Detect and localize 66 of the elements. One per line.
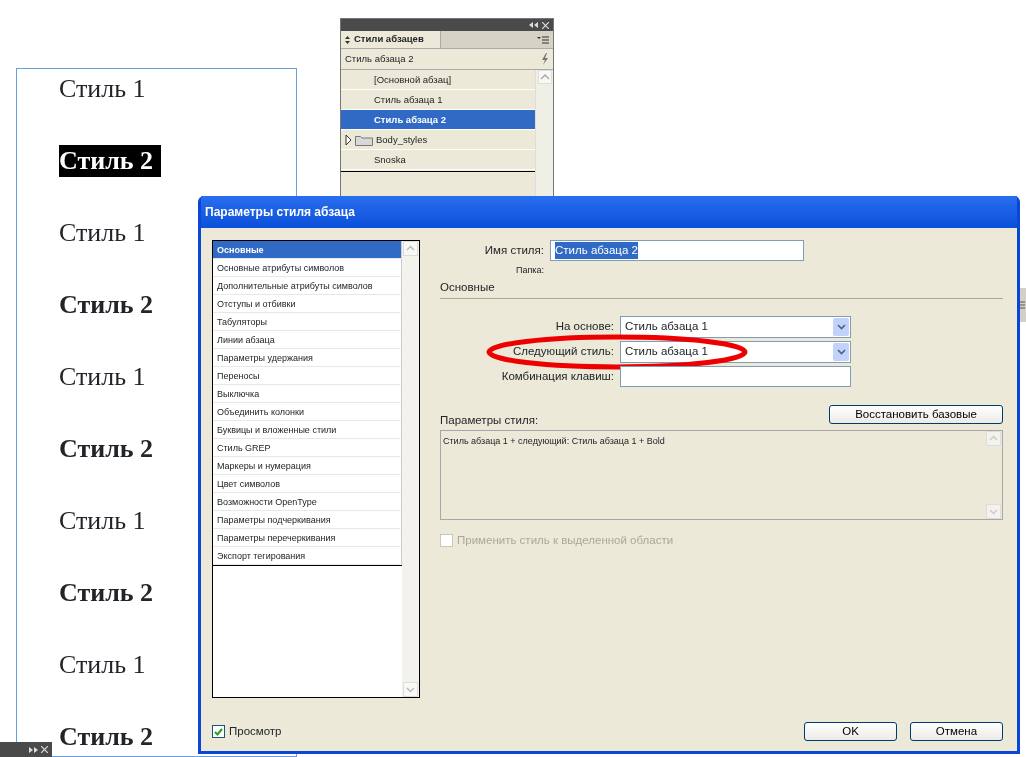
category-item[interactable]: Отступы и отбивки [213,295,402,313]
scroll-up-icon[interactable] [986,430,1001,446]
category-item[interactable]: Основные [213,241,402,259]
shortcut-field[interactable] [620,365,851,387]
category-item[interactable]: Объединить колонки [213,403,402,421]
category-item[interactable]: Возможности OpenType [213,493,402,511]
field-label: Комбинация клавиш: [500,368,614,384]
folder-icon [355,133,373,146]
dropdown[interactable]: Стиль абзаца 1 [620,340,851,363]
paragraph-text: Стиль 2 [59,145,162,177]
field-label: Папка: [515,264,544,277]
close-icon[interactable] [41,746,48,753]
category-item[interactable]: Буквицы и вложенные стили [213,421,402,439]
category-item[interactable]: Линии абзаца [213,331,402,349]
dropdown[interactable]: Стиль абзаца 1 [620,315,851,338]
field-label: Имя стиля: [483,242,544,258]
category-item[interactable]: Дополнительные атрибуты символов [213,277,402,295]
field-label: Параметры стиля: [440,412,539,428]
checkbox[interactable]: Просмотр [212,722,282,741]
paragraph-text: Стиль 1 [59,649,146,681]
close-icon[interactable] [542,21,549,29]
panel-menu-icon[interactable] [537,36,549,44]
category-item[interactable]: Стиль GREP [213,439,402,457]
category-item[interactable]: Параметры перечеркивания [213,529,402,547]
paragraph-text: Стиль 2 [59,577,154,609]
style-item[interactable]: [Основной абзац] [341,70,535,91]
collapsed-arrow-icon[interactable] [345,134,352,145]
paragraph-text: Стиль 1 [59,73,146,105]
category-item[interactable]: Параметры подчеркивания [213,511,402,529]
style-settings-text: Стиль абзаца 1 + следующий: Стиль абзаца 1 + Bold [442,434,666,448]
reset-button[interactable]: Восстановить базовые [829,404,1003,424]
paragraph-text: Стиль 1 [59,217,146,249]
paragraph-text: Стиль 2 [59,433,154,465]
scroll-up-icon[interactable] [403,241,418,256]
panel-tab[interactable]: Стили абзацев [341,31,441,48]
current-style-label: Стиль абзаца 2 [345,52,414,66]
dialog-title: Параметры стиля абзаца [201,196,1017,228]
category-item[interactable]: Маркеры и нумерация [213,457,402,475]
category-item[interactable]: Выключка [213,385,402,403]
category-item[interactable]: Табуляторы [213,313,402,331]
category-item[interactable]: Основные атрибуты символов [213,259,402,277]
folder-row[interactable]: Body_styles [341,130,535,151]
field-label: Следующий стиль: [511,344,614,360]
sort-arrows-icon [345,35,350,44]
cancel-button[interactable]: Отмена [910,722,1003,741]
paragraph-text: Стиль 1 [59,361,146,393]
expand-icon[interactable] [29,746,38,753]
scroll-down-icon[interactable] [403,682,418,697]
style-item[interactable]: Snoska [341,150,535,171]
category-item[interactable]: Цвет символов [213,475,402,493]
paragraph-text: Стиль 1 [59,505,146,537]
paragraph-text: Стиль 2 [59,289,154,321]
style-name-field[interactable]: Стиль абзаца 2 [550,240,804,261]
category-item[interactable]: Экспорт тегирования [213,547,402,565]
paragraph-text: Стиль 2 [59,721,154,753]
ok-button[interactable]: OK [804,722,897,741]
field-label: На основе: [554,319,614,335]
collapse-icon[interactable] [529,22,538,28]
category-item[interactable]: Параметры удержания [213,349,402,367]
category-item[interactable]: Переносы [213,367,402,385]
checkmark-icon [214,727,223,736]
scroll-up-icon[interactable] [537,70,552,85]
section-title: Основные [439,279,496,295]
lightning-icon[interactable] [541,53,549,66]
scroll-down-icon[interactable] [986,503,1001,519]
style-item[interactable]: Стиль абзаца 2 [341,110,535,131]
